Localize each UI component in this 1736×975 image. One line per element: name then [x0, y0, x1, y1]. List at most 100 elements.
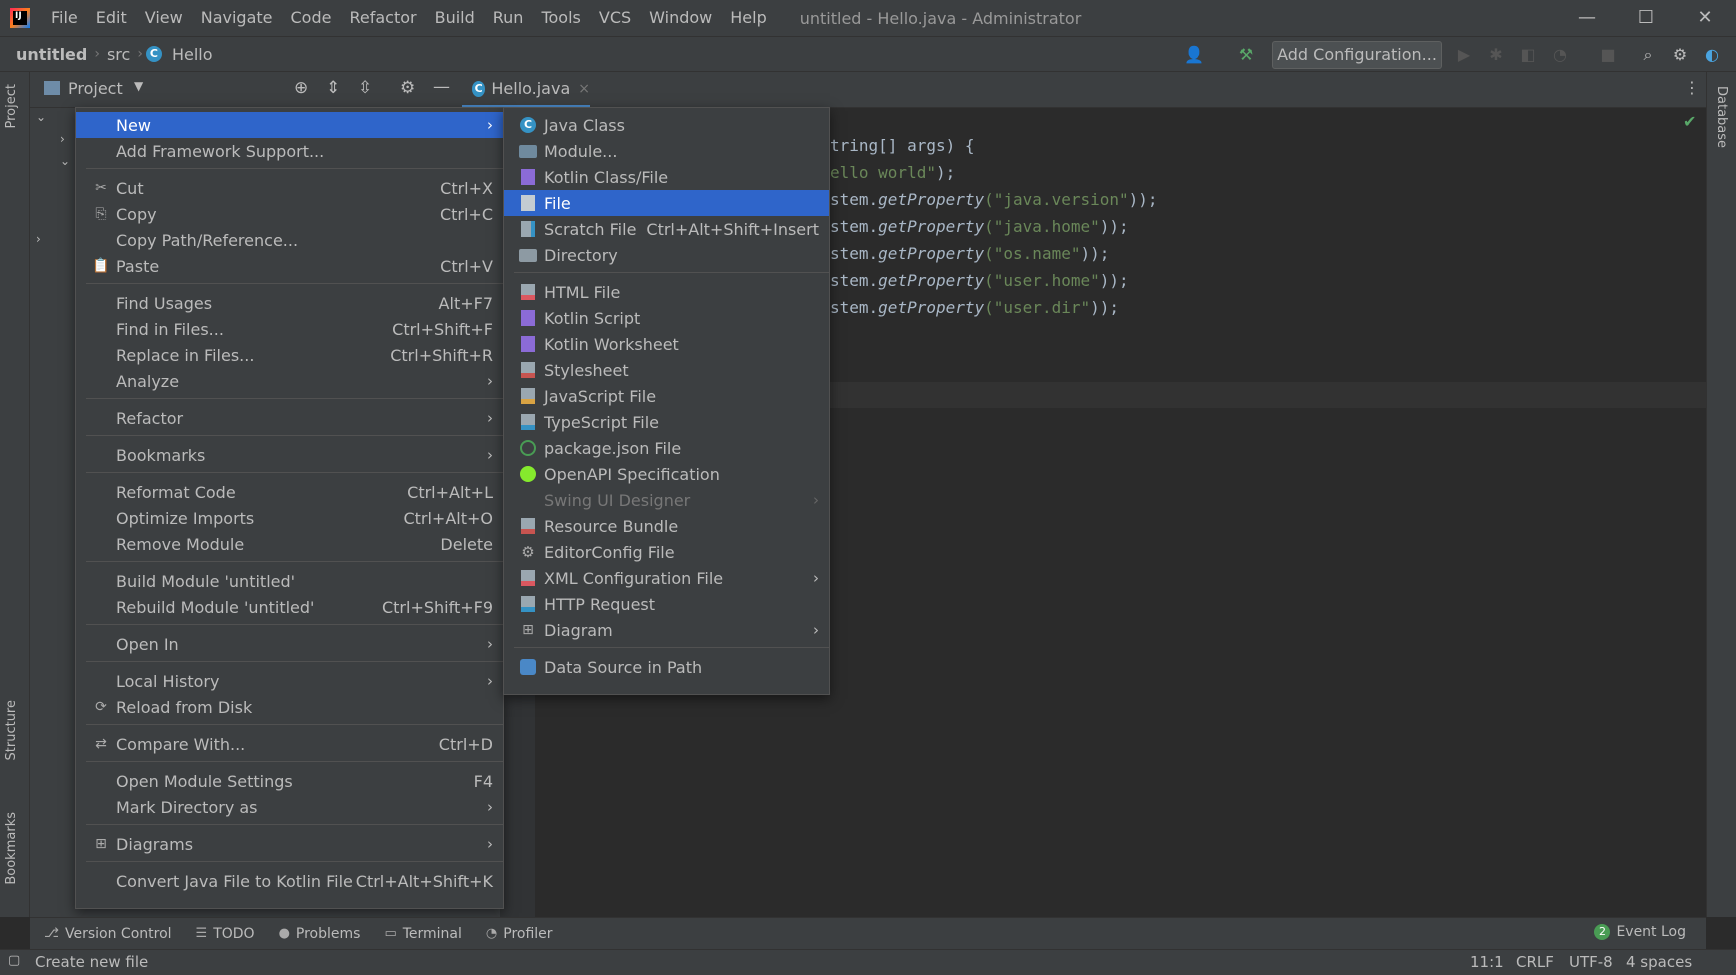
build-hammer-icon[interactable]: ⚒: [1234, 43, 1258, 67]
new-item-directory[interactable]: Directory: [504, 242, 829, 268]
menu-item-refactor[interactable]: Refactor ›: [76, 405, 503, 431]
new-item-resource-bundle[interactable]: Resource Bundle: [504, 513, 829, 539]
file-encoding[interactable]: UTF-8: [1569, 953, 1613, 971]
tool-tab-version-control[interactable]: ⎇ Version Control: [44, 926, 172, 942]
status-toggle-icon[interactable]: ▢: [8, 953, 20, 968]
new-item-module[interactable]: Module...: [504, 138, 829, 164]
tree-expand-icon[interactable]: ⌄: [60, 154, 70, 168]
menu-item-diagrams[interactable]: ⊞ Diagrams ›: [76, 831, 503, 857]
user-icon[interactable]: 👤: [1182, 43, 1206, 67]
menu-file[interactable]: File: [42, 0, 87, 36]
new-item-java-class[interactable]: C Java Class: [504, 112, 829, 138]
new-item-diagram[interactable]: ⊞ Diagram ›: [504, 617, 829, 643]
menu-view[interactable]: View: [136, 0, 192, 36]
bookmarks-tool-tab[interactable]: Bookmarks: [4, 812, 19, 885]
menu-item-optimize-imports[interactable]: Optimize Imports Ctrl+Alt+O: [76, 505, 503, 531]
menu-window[interactable]: Window: [640, 0, 721, 36]
menu-run[interactable]: Run: [484, 0, 533, 36]
stop-icon[interactable]: ■: [1596, 43, 1620, 67]
tool-tab-profiler[interactable]: ◔ Profiler: [486, 926, 553, 942]
menu-item-mark-directory-as[interactable]: Mark Directory as ›: [76, 794, 503, 820]
tool-tab-todo[interactable]: ☰ TODO: [196, 926, 255, 942]
breadcrumb-src[interactable]: src: [103, 45, 134, 64]
new-item-kotlin-worksheet[interactable]: Kotlin Worksheet: [504, 331, 829, 357]
new-item-http-request[interactable]: HTTP Request: [504, 591, 829, 617]
new-item-scratch-file[interactable]: Scratch File Ctrl+Alt+Shift+Insert: [504, 216, 829, 242]
menu-code[interactable]: Code: [282, 0, 341, 36]
project-view-label[interactable]: Project: [68, 79, 123, 98]
run-icon[interactable]: ▶: [1452, 43, 1476, 67]
project-tool-tab[interactable]: Project: [4, 84, 19, 128]
new-item-html-file[interactable]: HTML File: [504, 279, 829, 305]
menu-item-compare-with[interactable]: ⇄ Compare With... Ctrl+D: [76, 731, 503, 757]
maximize-button[interactable]: ☐: [1617, 0, 1675, 36]
menu-item-analyze[interactable]: Analyze ›: [76, 368, 503, 394]
new-item-editorconfig-file[interactable]: ⚙ EditorConfig File: [504, 539, 829, 565]
coverage-icon[interactable]: ◧: [1516, 43, 1540, 67]
collapse-all-icon[interactable]: ⇳: [358, 78, 372, 98]
new-item-javascript-file[interactable]: JavaScript File: [504, 383, 829, 409]
tree-expand-icon[interactable]: ›: [36, 232, 41, 246]
menu-navigate[interactable]: Navigate: [192, 0, 282, 36]
menu-item-new[interactable]: New ›: [76, 112, 503, 138]
menu-item-rebuild-module-untitled[interactable]: Rebuild Module 'untitled' Ctrl+Shift+F9: [76, 594, 503, 620]
new-item-xml-configuration-file[interactable]: XML Configuration File ›: [504, 565, 829, 591]
minimize-button[interactable]: —: [1558, 0, 1616, 36]
new-item-typescript-file[interactable]: TypeScript File: [504, 409, 829, 435]
indent-setting[interactable]: 4 spaces: [1626, 953, 1692, 971]
tab-hello-java[interactable]: C Hello.java ×: [462, 72, 590, 108]
new-item-openapi-specification[interactable]: OpenAPI Specification: [504, 461, 829, 487]
menu-item-convert-java-file-to-kotlin-file[interactable]: Convert Java File to Kotlin File Ctrl+Alt…: [76, 868, 503, 894]
more-options-icon[interactable]: ⋮: [1684, 78, 1700, 97]
close-window-button[interactable]: ✕: [1676, 0, 1734, 36]
gear-icon[interactable]: ⚙: [1668, 43, 1692, 67]
menu-item-find-usages[interactable]: Find Usages Alt+F7: [76, 290, 503, 316]
menu-item-paste[interactable]: 📋 Paste Ctrl+V: [76, 253, 503, 279]
tree-expand-icon[interactable]: ›: [60, 132, 65, 146]
tool-tab-terminal[interactable]: ▭ Terminal: [384, 926, 461, 942]
menu-item-local-history[interactable]: Local History ›: [76, 668, 503, 694]
new-item-kotlin-class-file[interactable]: Kotlin Class/File: [504, 164, 829, 190]
menu-build[interactable]: Build: [426, 0, 484, 36]
menu-tools[interactable]: Tools: [532, 0, 589, 36]
menu-edit[interactable]: Edit: [87, 0, 136, 36]
new-item-kotlin-script[interactable]: Kotlin Script: [504, 305, 829, 331]
breadcrumb-project[interactable]: untitled: [12, 45, 91, 64]
menu-item-reformat-code[interactable]: Reformat Code Ctrl+Alt+L: [76, 479, 503, 505]
database-tool-tab[interactable]: Database: [1714, 86, 1729, 148]
menu-item-reload-from-disk[interactable]: ⟳ Reload from Disk: [76, 694, 503, 720]
menu-item-replace-in-files[interactable]: Replace in Files... Ctrl+Shift+R: [76, 342, 503, 368]
new-item-data-source-in-path[interactable]: Data Source in Path: [504, 654, 829, 680]
tool-tab-problems[interactable]: ● Problems: [279, 926, 361, 942]
menu-item-open-module-settings[interactable]: Open Module Settings F4: [76, 768, 503, 794]
search-icon[interactable]: ⌕: [1636, 43, 1660, 67]
menu-item-bookmarks[interactable]: Bookmarks ›: [76, 442, 503, 468]
new-item-package-json-file[interactable]: package.json File: [504, 435, 829, 461]
gear-icon[interactable]: ⚙: [400, 78, 415, 98]
menu-vcs[interactable]: VCS: [590, 0, 640, 36]
tree-expand-icon[interactable]: ⌄: [36, 110, 46, 124]
add-configuration-button[interactable]: Add Configuration...: [1272, 41, 1442, 69]
chevron-down-icon[interactable]: ▼: [134, 79, 143, 93]
menu-refactor[interactable]: Refactor: [340, 0, 425, 36]
menu-item-copy[interactable]: ⎘ Copy Ctrl+C: [76, 201, 503, 227]
menu-item-add-framework-support[interactable]: Add Framework Support...: [76, 138, 503, 164]
debug-icon[interactable]: ✱: [1484, 43, 1508, 67]
menu-item-find-in-files[interactable]: Find in Files... Ctrl+Shift+F: [76, 316, 503, 342]
structure-tool-tab[interactable]: Structure: [4, 700, 19, 760]
new-item-stylesheet[interactable]: Stylesheet: [504, 357, 829, 383]
menu-item-build-module-untitled[interactable]: Build Module 'untitled': [76, 568, 503, 594]
breadcrumb-hello[interactable]: Hello: [168, 45, 217, 64]
jetbrains-toolbox-icon[interactable]: ◐: [1700, 43, 1724, 67]
menu-item-cut[interactable]: ✂ Cut Ctrl+X: [76, 175, 503, 201]
menu-item-open-in[interactable]: Open In ›: [76, 631, 503, 657]
menu-item-copy-path-reference[interactable]: Copy Path/Reference...: [76, 227, 503, 253]
profile-icon[interactable]: ◔: [1548, 43, 1572, 67]
line-separator[interactable]: CRLF: [1516, 953, 1554, 971]
new-item-file[interactable]: File: [504, 190, 829, 216]
expand-all-icon[interactable]: ⇕: [326, 78, 340, 98]
event-log-tab[interactable]: 2 Event Log: [1594, 924, 1686, 940]
locate-icon[interactable]: ⊕: [294, 78, 308, 98]
close-tab-icon[interactable]: ×: [578, 81, 590, 97]
menu-help[interactable]: Help: [721, 0, 775, 36]
